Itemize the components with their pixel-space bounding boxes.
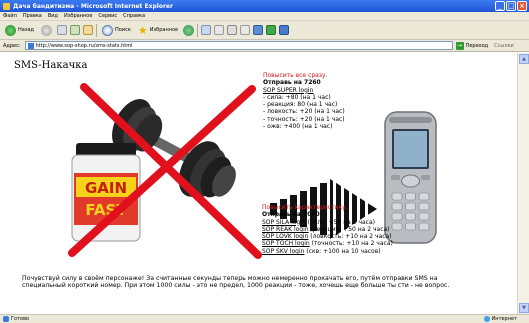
zone-label: Интернет (491, 316, 517, 322)
super-stat-line: - сила: +80 (на 1 час) (263, 93, 331, 101)
menu-bar: Файл Правка Вид Избранное Сервис Справка (0, 12, 529, 21)
address-url: http://www.sop-shop.ru/sms-stats.html (35, 42, 133, 49)
back-label: Назад (18, 27, 35, 33)
crossed-out-weights-image: GAIN FAST (68, 83, 262, 259)
super-offer-block: Повысить все сразу. Отправь на 7260 SOP … (263, 72, 423, 130)
super-stat-line: - ловкость: +20 (на 1 час) (263, 108, 345, 116)
menu-tools[interactable]: Сервис (98, 13, 117, 19)
research-icon[interactable] (279, 25, 290, 35)
refresh-icon[interactable] (70, 25, 81, 35)
window-title: Дача бандитизма - Microsoft Internet Exp… (13, 2, 173, 10)
media-icon[interactable] (183, 24, 195, 36)
stat-offer-code-link[interactable]: SOP LOVK login (262, 233, 308, 240)
search-icon (102, 24, 114, 36)
ie-icon (3, 2, 10, 10)
toolbar-separator (96, 23, 98, 37)
super-stat-line: - точность: +20 (на 1 час) (263, 115, 345, 123)
page-status-icon (3, 316, 9, 322)
stat-offer-code-link[interactable]: SOP SKV login (262, 248, 304, 255)
zone-indicator: Интернет (483, 316, 517, 322)
stat-offer-code-link[interactable]: SOP REAK login (262, 226, 309, 233)
stat-offer-row: SOP LOVK login (ловкость: +10 на 2 часа) (262, 233, 462, 240)
stop-icon[interactable] (57, 25, 68, 35)
home-icon[interactable] (83, 25, 94, 35)
stat-offer-row: SOP TOCH login (точность: +10 на 2 часа) (262, 240, 462, 247)
star-icon: ★ (137, 23, 148, 37)
stat-offer-desc: (ловкость: +10 на 2 часа) (310, 233, 392, 241)
toolbar-separator (197, 23, 199, 37)
super-stat-line: - реакция: 80 (на 1 час) (263, 101, 338, 109)
stat-offer-desc: (скв: +100 на 10 часов) (306, 247, 381, 255)
go-label: Переход (465, 42, 489, 49)
super-stat-line: - ожв: +400 (на 1 час) (263, 123, 333, 131)
status-bar: Готово Интернет (0, 314, 529, 323)
globe-icon (483, 316, 490, 322)
page-icon (27, 42, 34, 49)
window-titlebar: Дача бандитизма - Microsoft Internet Exp… (0, 0, 529, 12)
menu-help[interactable]: Справка (123, 13, 145, 19)
page-title: SMS-Накачка (14, 60, 88, 71)
go-button[interactable]: → Переход (455, 41, 489, 50)
mail-icon[interactable] (214, 25, 225, 35)
search-label: Поиск (115, 27, 131, 33)
favorites-button[interactable]: ★ Избранное (136, 23, 180, 38)
menu-edit[interactable]: Правка (23, 13, 42, 19)
stat-offer-row: SOP SKV login (скв: +100 на 10 часов) (262, 248, 462, 255)
discuss-icon[interactable] (253, 25, 264, 35)
address-bar: Адрес: http://www.sop-shop.ru/sms-stats.… (0, 40, 529, 52)
vertical-scrollbar[interactable]: ▲ ▼ (517, 53, 529, 314)
history-icon[interactable] (201, 25, 212, 35)
stat-offers-heading: Повысить характеристику. (262, 204, 348, 211)
stat-offer-desc: (реакция: +50 на 2 часа) (310, 225, 390, 233)
minimize-button[interactable]: _ (495, 1, 505, 11)
favorites-label: Избранное (149, 27, 179, 33)
go-arrow-icon: → (455, 41, 464, 50)
stat-offer-desc: (точность: +10 на 2 часа) (311, 240, 393, 248)
description-paragraph: Почувствуй силу в своём персонаже! За сч… (22, 275, 450, 290)
address-input[interactable]: http://www.sop-shop.ru/sms-stats.html (24, 41, 453, 50)
print-icon[interactable] (227, 25, 238, 35)
maximize-button[interactable]: □ (506, 1, 516, 11)
super-offer-number: Отправь на 7260 (263, 79, 321, 87)
menu-favorites[interactable]: Избранное (64, 13, 92, 19)
menu-view[interactable]: Вид (48, 13, 58, 19)
stat-offers-number: Отправь на 7090 (262, 211, 320, 219)
address-label: Адрес: (3, 42, 21, 49)
toolbar: Назад Поиск ★ Избранное (0, 21, 529, 40)
status-text: Готово (11, 316, 30, 322)
stat-offer-row: SOP REAK login (реакция: +50 на 2 часа) (262, 226, 462, 233)
super-offer-code-link[interactable]: SOP SUPER login (263, 87, 423, 94)
links-label[interactable]: Ссылки (494, 43, 514, 49)
stat-offers-block: Повысить характеристику. Отправь на 7090… (262, 204, 462, 255)
edit-icon[interactable] (240, 25, 251, 35)
search-button[interactable]: Поиск (100, 23, 133, 38)
close-button[interactable]: × (517, 1, 527, 11)
page-content: SMS-Накачка GAIN FAST Повысить все сразу… (0, 53, 517, 314)
stat-offer-row: SOP SILA login (сила: +50 на 2 часа) (262, 219, 462, 226)
scroll-down-icon[interactable]: ▼ (519, 303, 529, 313)
stat-offer-desc: (сила: +50 на 2 часа) (307, 218, 375, 226)
menu-file[interactable]: Файл (3, 13, 17, 19)
messenger-icon[interactable] (266, 25, 277, 35)
jar-label-gain: GAIN (85, 179, 127, 197)
super-offer-heading: Повысить все сразу. (263, 72, 328, 79)
stat-offer-code-link[interactable]: SOP SILA login (262, 219, 306, 226)
forward-button[interactable] (39, 23, 54, 38)
scroll-up-icon[interactable]: ▲ (519, 54, 529, 64)
back-button[interactable]: Назад (3, 23, 36, 38)
back-arrow-icon (5, 24, 16, 36)
stat-offer-code-link[interactable]: SOP TOCH login (262, 240, 310, 247)
forward-arrow-icon (41, 24, 53, 36)
